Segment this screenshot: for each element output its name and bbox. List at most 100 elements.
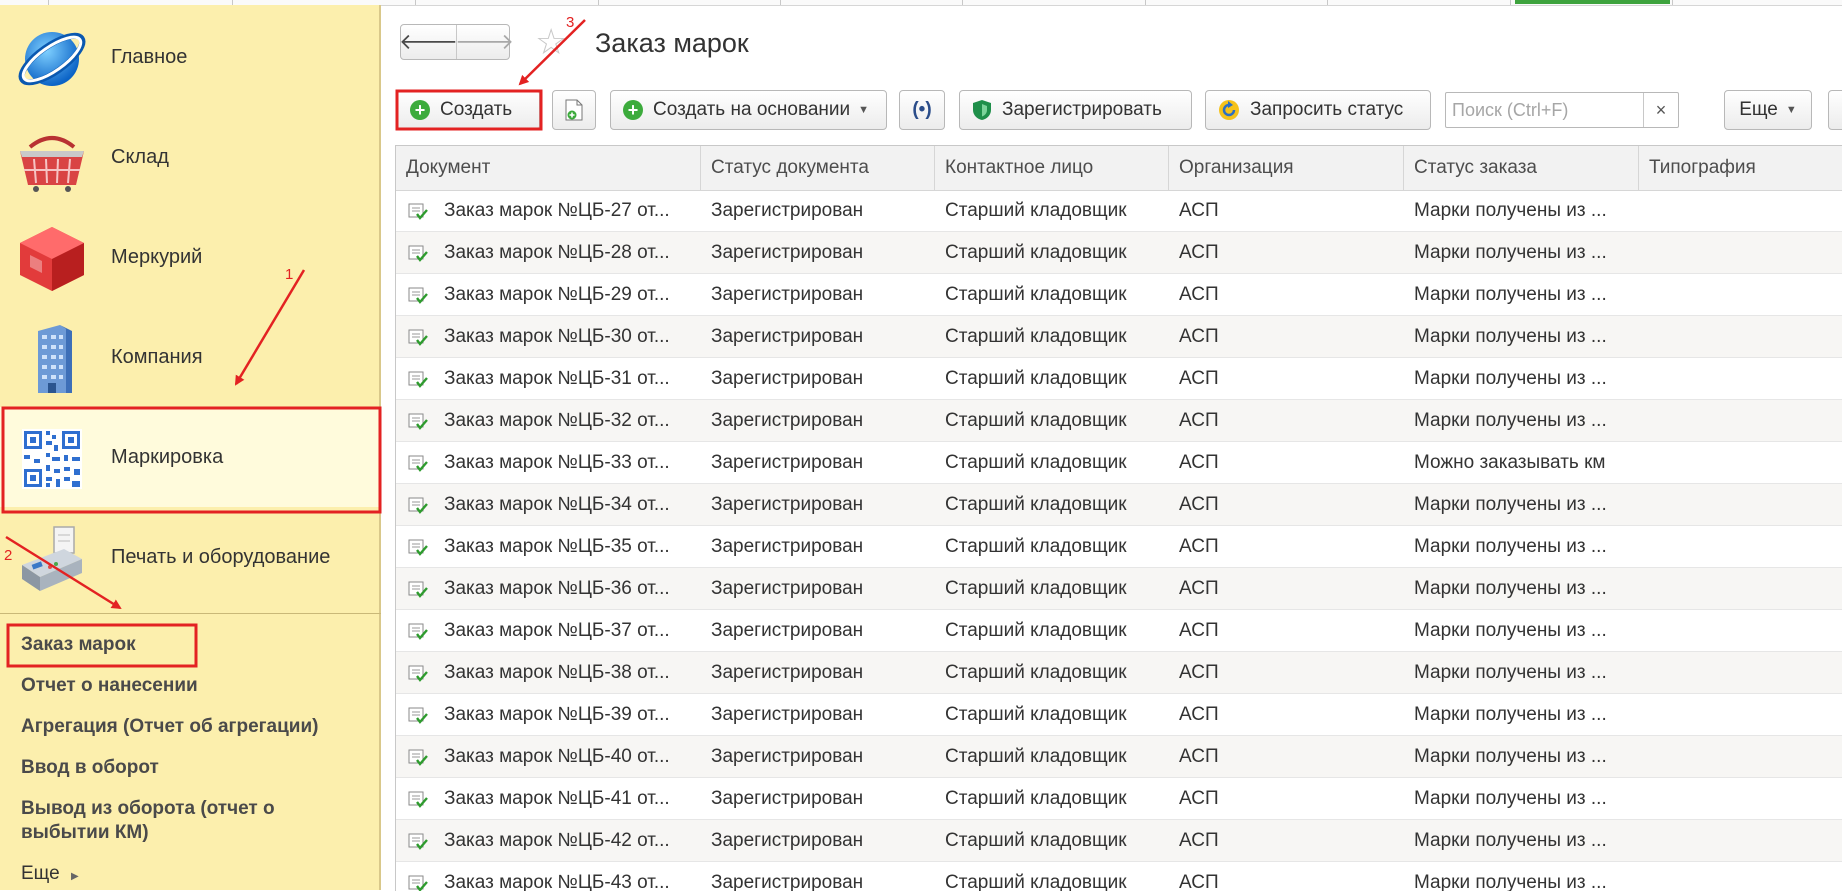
column-header-document[interactable]: Документ — [396, 146, 701, 190]
cell-contact: Старший кладовщик — [945, 242, 1127, 263]
cell-contact: Старший кладовщик — [945, 578, 1127, 599]
active-tab-indicator[interactable] — [1515, 0, 1670, 4]
table-row[interactable]: Заказ марок №ЦБ-34 от... Зарегистрирован С… — [396, 484, 1842, 526]
command-agregaciya[interactable]: Агрегация (Отчет об агрегации) — [21, 715, 318, 739]
cell-printing-house — [1639, 862, 1842, 891]
section-label: Меркурий — [111, 246, 203, 268]
create-button[interactable]: + Создать — [397, 90, 540, 130]
command-otchet-o-nanesenii[interactable]: Отчет о нанесении — [21, 674, 198, 698]
cell-printing-house — [1639, 652, 1842, 693]
page-title: Заказ марок — [595, 28, 749, 58]
scan-button[interactable]: (•) — [899, 90, 945, 130]
cell-order-status: Марки получены из ... — [1414, 578, 1607, 599]
request-status-button[interactable]: Запросить статус — [1205, 90, 1431, 130]
table-row[interactable]: Заказ марок №ЦБ-43 от... Зарегистрирован С… — [396, 862, 1842, 891]
cell-doc-status: Зарегистрирован — [711, 368, 864, 389]
cell-doc-status: Зарегистрирован — [711, 578, 864, 599]
table-row[interactable]: Заказ марок №ЦБ-38 от... Зарегистрирован С… — [396, 652, 1842, 694]
cell-printing-house — [1639, 358, 1842, 399]
command-line: выбытии КМ) — [21, 822, 149, 843]
section-kompaniya[interactable]: Компания — [0, 307, 381, 407]
more-label: Еще — [21, 863, 60, 884]
cell-contact: Старший кладовщик — [945, 368, 1127, 389]
register-label: Зарегистрировать — [1002, 99, 1162, 120]
forward-button[interactable]: 🡒 — [455, 25, 514, 59]
section-glavnoe[interactable]: Главное — [0, 7, 381, 107]
printer-icon — [22, 526, 82, 591]
cell-contact: Старший кладовщик — [945, 788, 1127, 809]
cell-contact: Старший кладовщик — [945, 746, 1127, 767]
cell-document: Заказ марок №ЦБ-36 от... — [444, 578, 670, 599]
copy-document-icon — [565, 99, 583, 121]
search-input[interactable] — [1446, 93, 1656, 127]
column-header-organization[interactable]: Организация — [1169, 146, 1404, 190]
cell-contact: Старший кладовщик — [945, 284, 1127, 305]
cell-organization: АСП — [1179, 452, 1219, 473]
cell-order-status: Можно заказывать км — [1414, 452, 1606, 473]
table-row[interactable]: Заказ марок №ЦБ-28 от... Зарегистрирован С… — [396, 232, 1842, 274]
help-button[interactable] — [1828, 90, 1842, 130]
cell-document: Заказ марок №ЦБ-32 от... — [444, 410, 670, 431]
copy-button[interactable] — [552, 90, 596, 130]
cell-order-status: Марки получены из ... — [1414, 872, 1607, 891]
section-merkuriy[interactable]: Меркурий — [0, 207, 381, 307]
command-vyvod-iz-oborota[interactable]: Вывод из оборота (отчет о выбытии КМ) — [21, 797, 275, 845]
command-zakaz-marok[interactable]: Заказ марок — [21, 633, 136, 657]
cell-contact: Старший кладовщик — [945, 830, 1127, 851]
chevron-down-icon: ▼ — [858, 104, 870, 116]
cell-printing-house — [1639, 568, 1842, 609]
sections-sidebar: Главное Склад Меркурий Компания Маркиров… — [0, 5, 381, 890]
cell-printing-house — [1639, 736, 1842, 777]
cell-document: Заказ марок №ЦБ-37 от... — [444, 620, 670, 641]
register-button[interactable]: Зарегистрировать — [959, 90, 1192, 130]
cell-printing-house — [1639, 484, 1842, 525]
table-row[interactable]: Заказ марок №ЦБ-42 от... Зарегистрирован С… — [396, 820, 1842, 862]
cell-organization: АСП — [1179, 242, 1219, 263]
cell-printing-house — [1639, 232, 1842, 273]
column-header-contact[interactable]: Контактное лицо — [935, 146, 1169, 190]
section-pechat[interactable]: Печать и оборудование — [0, 507, 381, 607]
command-vvod-v-oborot[interactable]: Ввод в оборот — [21, 756, 159, 780]
column-header-order-status[interactable]: Статус заказа — [1404, 146, 1639, 190]
history-nav: 🡐 🡒 — [399, 24, 514, 60]
cell-document: Заказ марок №ЦБ-43 от... — [444, 872, 670, 891]
column-header-printing-house[interactable]: Типография — [1639, 146, 1842, 190]
section-markirovka[interactable]: Маркировка — [0, 407, 381, 507]
table-row[interactable]: Заказ марок №ЦБ-37 от... Зарегистрирован С… — [396, 610, 1842, 652]
table-row[interactable]: Заказ марок №ЦБ-30 от... Зарегистрирован С… — [396, 316, 1842, 358]
table-row[interactable]: Заказ марок №ЦБ-32 от... Зарегистрирован С… — [396, 400, 1842, 442]
cell-document: Заказ марок №ЦБ-29 от... — [444, 284, 670, 305]
cell-doc-status: Зарегистрирован — [711, 452, 864, 473]
section-sklad[interactable]: Склад — [0, 107, 381, 207]
table-row[interactable]: Заказ марок №ЦБ-41 от... Зарегистрирован С… — [396, 778, 1842, 820]
favorite-star-icon[interactable]: ☆ — [535, 22, 567, 62]
table-row[interactable]: Заказ марок №ЦБ-29 от... Зарегистрирован С… — [396, 274, 1842, 316]
table-row[interactable]: Заказ марок №ЦБ-33 от... Зарегистрирован С… — [396, 442, 1842, 484]
cell-organization: АСП — [1179, 494, 1219, 515]
cell-order-status: Марки получены из ... — [1414, 704, 1607, 725]
cell-doc-status: Зарегистрирован — [711, 620, 864, 641]
create-based-label: Создать на основании — [653, 99, 851, 120]
more-button[interactable]: Еще ▼ — [1724, 90, 1812, 130]
table-row[interactable]: Заказ марок №ЦБ-39 от... Зарегистрирован С… — [396, 694, 1842, 736]
qr-code-icon — [22, 429, 82, 489]
cell-organization: АСП — [1179, 830, 1219, 851]
cell-document: Заказ марок №ЦБ-30 от... — [444, 326, 670, 347]
cell-organization: АСП — [1179, 368, 1219, 389]
cell-document: Заказ марок №ЦБ-33 от... — [444, 452, 670, 473]
clear-search-button[interactable]: × — [1643, 93, 1678, 127]
table-row[interactable]: Заказ марок №ЦБ-35 от... Зарегистрирован С… — [396, 526, 1842, 568]
table-row[interactable]: Заказ марок №ЦБ-40 от... Зарегистрирован С… — [396, 736, 1842, 778]
cell-order-status: Марки получены из ... — [1414, 242, 1607, 263]
table-row[interactable]: Заказ марок №ЦБ-36 от... Зарегистрирован С… — [396, 568, 1842, 610]
section-label: Маркировка — [111, 446, 224, 468]
back-button[interactable]: 🡐 — [399, 25, 458, 59]
create-based-on-button[interactable]: + Создать на основании ▼ — [610, 90, 887, 130]
cell-order-status: Марки получены из ... — [1414, 200, 1607, 221]
sidebar-more-link[interactable]: Еще ▶ — [21, 862, 79, 889]
column-header-doc-status[interactable]: Статус документа — [701, 146, 935, 190]
cell-order-status: Марки получены из ... — [1414, 620, 1607, 641]
table-row[interactable]: Заказ марок №ЦБ-31 от... Зарегистрирован С… — [396, 358, 1842, 400]
cell-order-status: Марки получены из ... — [1414, 284, 1607, 305]
table-row[interactable]: Заказ марок №ЦБ-27 от... Зарегистрирован С… — [396, 190, 1842, 232]
